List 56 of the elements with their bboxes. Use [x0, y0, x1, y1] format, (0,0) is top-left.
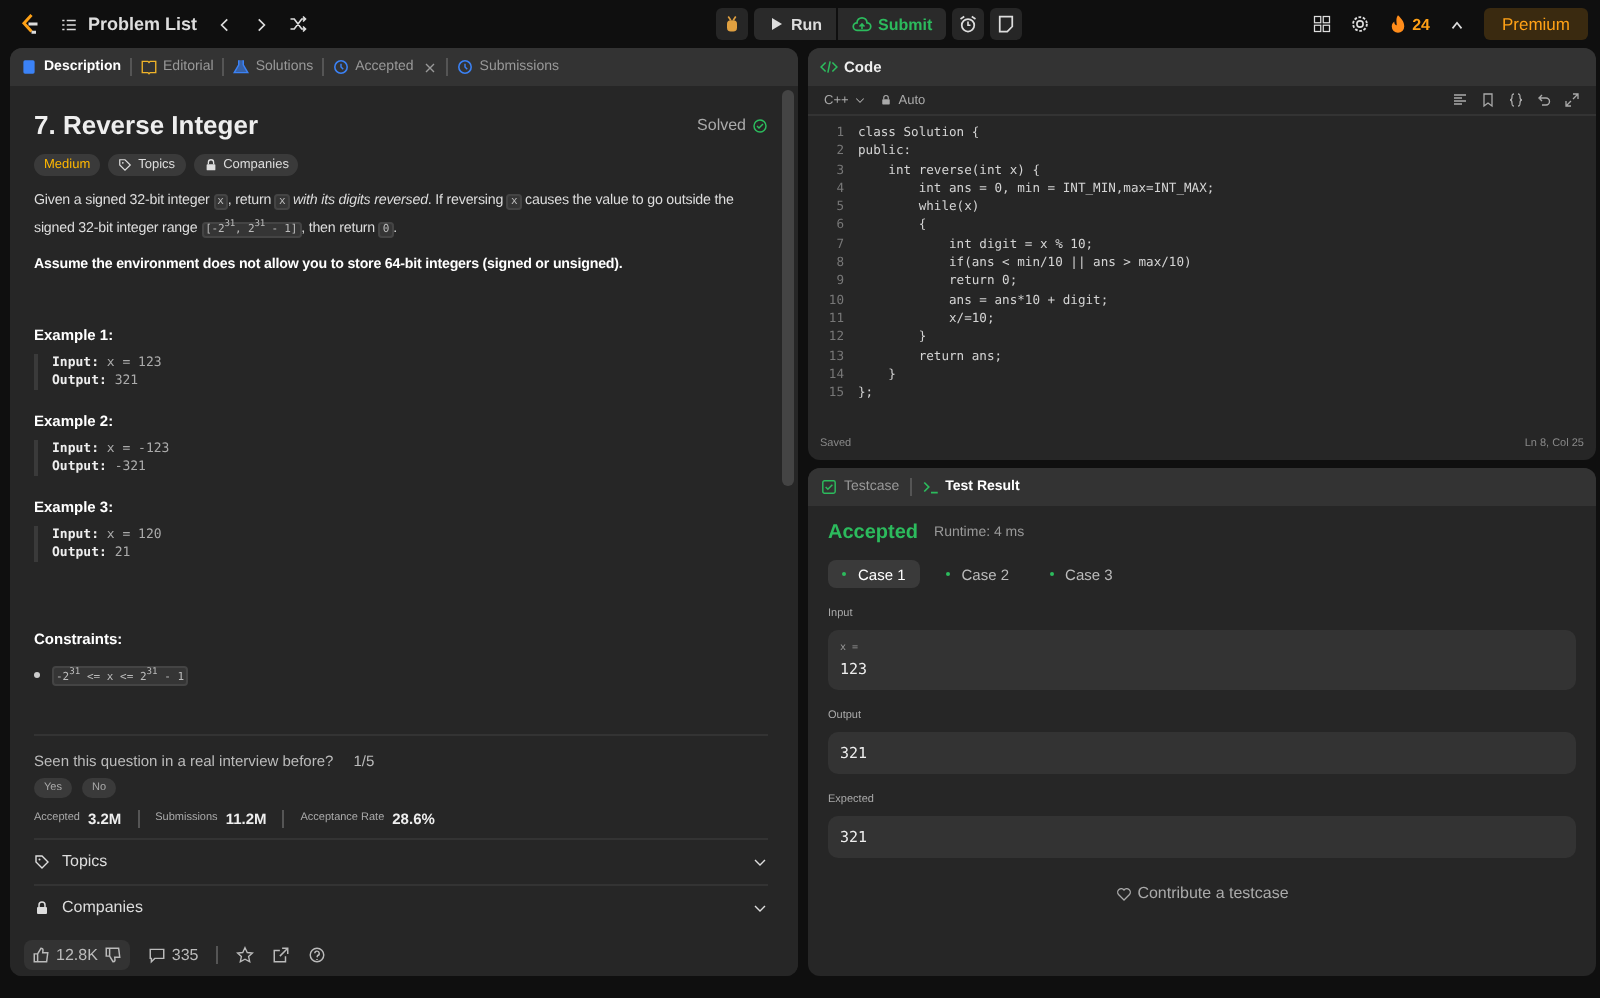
verdict-status: Accepted — [828, 522, 919, 544]
thumbs-down-icon — [103, 945, 122, 963]
undo-icon[interactable] — [1536, 92, 1552, 108]
contribute-testcase-link[interactable]: Contribute a testcase — [1115, 884, 1289, 902]
braces-icon[interactable] — [1508, 92, 1524, 108]
check-circle-icon — [752, 117, 768, 133]
accordion-header[interactable]: Companies — [34, 883, 768, 930]
terminal-icon — [921, 478, 940, 496]
grid-icon[interactable] — [1312, 14, 1333, 34]
lock-icon — [880, 94, 893, 106]
premium-button[interactable]: Premium — [1483, 8, 1588, 40]
star-icon[interactable] — [236, 945, 255, 963]
run-button[interactable]: Run — [754, 8, 837, 40]
problem-list-link[interactable]: Problem List — [60, 14, 198, 34]
lock-icon — [203, 158, 218, 172]
alarm-clock-icon — [958, 14, 979, 34]
tag-icon — [118, 158, 133, 172]
flask-icon — [231, 58, 250, 76]
notes-button[interactable] — [990, 8, 1023, 40]
submit-button[interactable]: Submit — [838, 8, 947, 40]
timer-button[interactable] — [952, 8, 985, 40]
bullet-icon — [34, 672, 40, 679]
accordion-header[interactable]: Topics — [34, 837, 768, 884]
help-icon[interactable] — [308, 945, 327, 963]
book-icon — [139, 58, 158, 76]
cloud-upload-icon — [852, 14, 873, 34]
tag-icon — [34, 853, 50, 870]
expand-icon[interactable] — [1564, 92, 1580, 108]
thumbs-up-icon — [32, 945, 50, 963]
problem-title: 7. Reverse Integer — [34, 110, 259, 140]
scrollbar[interactable] — [782, 90, 794, 486]
clock-icon — [331, 58, 350, 76]
flame-icon — [1388, 14, 1409, 34]
bookmark-icon[interactable] — [1480, 92, 1496, 108]
settings-icon[interactable] — [1350, 14, 1371, 34]
share-icon[interactable] — [272, 945, 291, 963]
clock-icon — [455, 58, 474, 76]
streak-counter[interactable]: 24 — [1388, 14, 1430, 34]
comments-button[interactable]: 335 — [147, 945, 199, 963]
checkbox-icon — [820, 478, 838, 496]
list-icon — [60, 15, 78, 33]
comment-icon — [147, 945, 166, 963]
debug-button[interactable] — [716, 8, 749, 40]
chevron-down-icon — [854, 94, 867, 106]
lock-icon — [34, 899, 50, 916]
play-icon — [768, 16, 785, 32]
solved-status: Solved — [697, 116, 768, 134]
document-icon — [20, 58, 38, 76]
dislike-button[interactable] — [103, 945, 122, 963]
logo-icon[interactable] — [18, 12, 42, 36]
note-icon — [996, 14, 1017, 34]
close-icon[interactable] — [421, 59, 438, 75]
code-icon — [820, 58, 838, 76]
heart-icon — [1115, 885, 1132, 901]
format-icon[interactable] — [1452, 92, 1468, 108]
shuffle-icon[interactable] — [287, 14, 308, 34]
